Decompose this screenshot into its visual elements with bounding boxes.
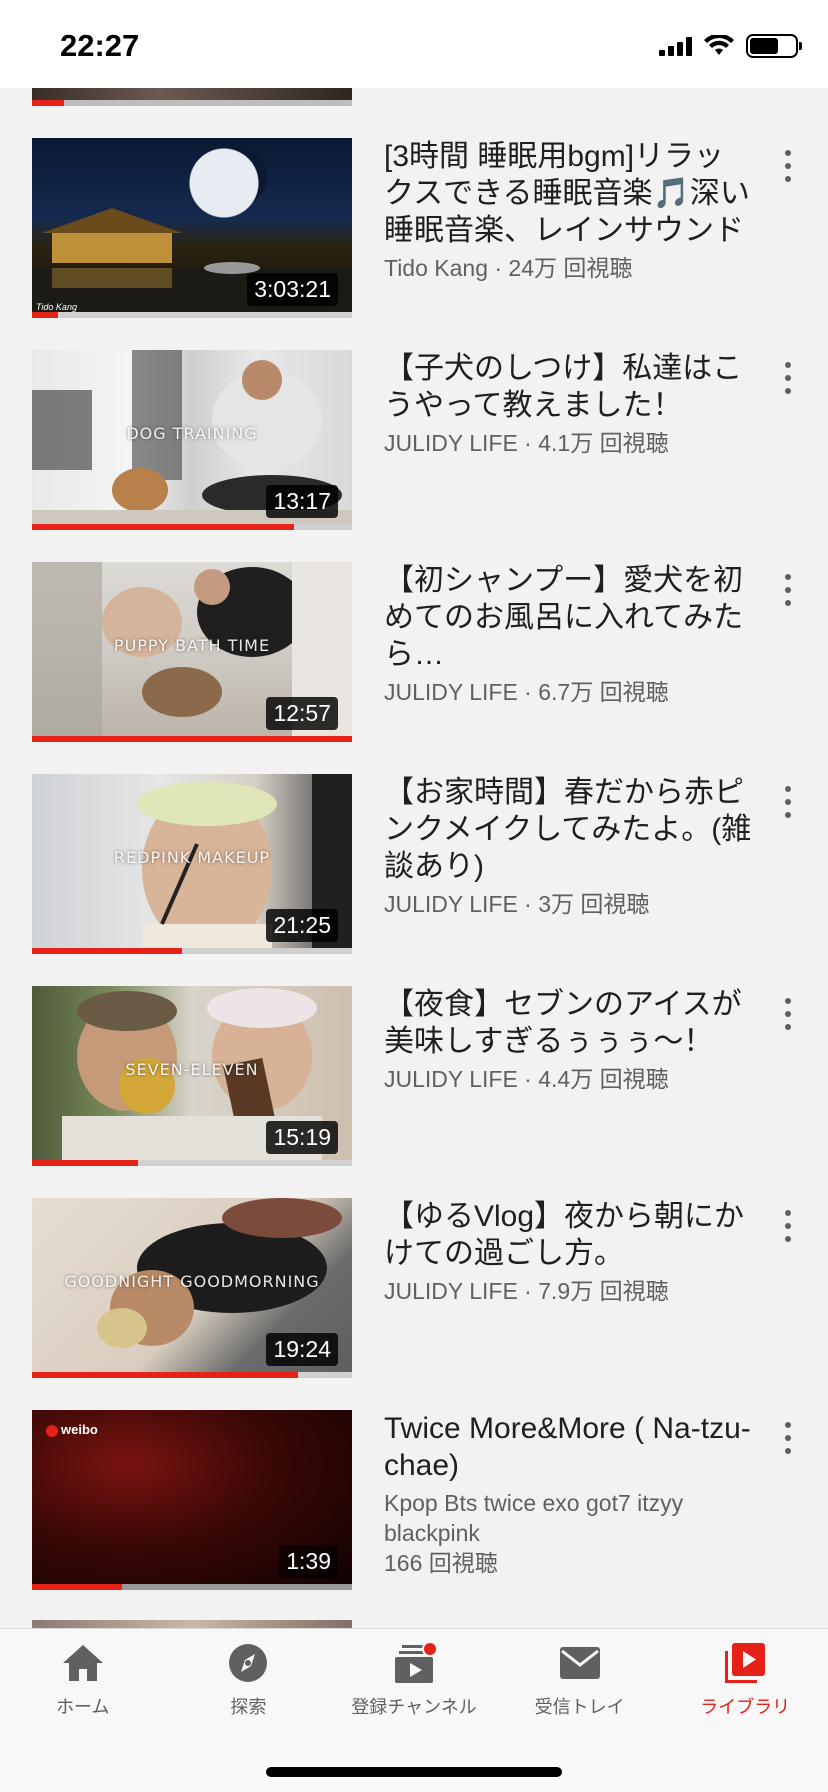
thumbnail-overlay-text: PUPPY BATH TIME bbox=[113, 636, 271, 655]
more-options-icon[interactable] bbox=[778, 146, 798, 186]
wifi-icon bbox=[704, 35, 734, 55]
weibo-logo-icon: weibo bbox=[46, 1422, 98, 1437]
status-icons bbox=[659, 34, 802, 58]
video-feed[interactable]: Tido Kang 3:03:21 [3時間 睡眠用bgm]リラックスできる睡眠… bbox=[0, 88, 828, 1628]
video-duration: 1:39 bbox=[279, 1545, 338, 1578]
video-meta: JULIDY LIFE · 4.1万 回視聴 bbox=[384, 430, 669, 456]
more-options-icon[interactable] bbox=[778, 1206, 798, 1246]
video-info[interactable]: [3時間 睡眠用bgm]リラックスできる睡眠音楽🎵深い睡眠音楽、レインサウンド … bbox=[384, 138, 754, 283]
video-title[interactable]: [3時間 睡眠用bgm]リラックスできる睡眠音楽🎵深い睡眠音楽、レインサウンド bbox=[384, 138, 754, 249]
video-info[interactable]: 【夜食】セブンのアイスが美味しすぎるぅぅぅ〜！ JULIDY LIFE · 4.… bbox=[384, 986, 754, 1094]
cellular-signal-icon bbox=[659, 36, 692, 56]
tab-home[interactable]: ホーム bbox=[0, 1641, 166, 1729]
status-time: 22:27 bbox=[60, 28, 140, 63]
video-thumbnail[interactable]: Tido Kang 3:03:21 bbox=[32, 138, 352, 318]
video-title[interactable]: 【ゆるVlog】夜から朝にかけての過ごし方。 bbox=[384, 1198, 754, 1272]
tab-label: 探索 bbox=[230, 1697, 267, 1717]
video-info[interactable]: 【子犬のしつけ】私達はこうやって教えました！ JULIDY LIFE · 4.1… bbox=[384, 350, 754, 458]
more-options-icon[interactable] bbox=[778, 782, 798, 822]
video-view-count: 166 回視聴 bbox=[384, 1550, 498, 1576]
inbox-icon bbox=[559, 1647, 600, 1679]
watch-progress-bar bbox=[32, 524, 295, 530]
partial-video-thumbnail[interactable] bbox=[32, 1620, 352, 1628]
channel-watermark: Tido Kang bbox=[36, 302, 77, 312]
battery-icon bbox=[746, 34, 802, 58]
video-thumbnail[interactable]: SEVEN-ELEVEN 15:19 bbox=[32, 986, 352, 1166]
video-info[interactable]: 【ゆるVlog】夜から朝にかけての過ごし方。 JULIDY LIFE · 7.9… bbox=[384, 1198, 754, 1306]
more-options-icon[interactable] bbox=[778, 994, 798, 1034]
video-meta: JULIDY LIFE · 4.4万 回視聴 bbox=[384, 1066, 669, 1092]
video-info[interactable]: 【初シャンプー】愛犬を初めてのお風呂に入れてみたら… JULIDY LIFE ·… bbox=[384, 562, 754, 707]
video-item[interactable]: DOG TRAINING 13:17 【子犬のしつけ】私達はこうやって教えました… bbox=[0, 350, 828, 540]
video-title[interactable]: Twice More&More ( Na-tzu-chae) bbox=[384, 1410, 754, 1484]
watch-progress-bar bbox=[32, 1160, 138, 1166]
video-item[interactable]: PUPPY BATH TIME 12:57 【初シャンプー】愛犬を初めてのお風呂… bbox=[0, 562, 828, 752]
watch-progress-bar bbox=[32, 1372, 298, 1378]
thumbnail-overlay-text: DOG TRAINING bbox=[126, 424, 258, 443]
video-duration: 3:03:21 bbox=[247, 273, 338, 306]
more-options-icon[interactable] bbox=[778, 358, 798, 398]
tab-label: ライブラリ bbox=[700, 1697, 791, 1717]
thumbnail-overlay-text: SEVEN-ELEVEN bbox=[125, 1060, 259, 1079]
thumbnail-overlay-text: GOODNIGHT GOODMORNING bbox=[64, 1272, 320, 1291]
video-item[interactable]: Tido Kang 3:03:21 [3時間 睡眠用bgm]リラックスできる睡眠… bbox=[0, 138, 828, 328]
video-info[interactable]: Twice More&More ( Na-tzu-chae) Kpop Bts … bbox=[384, 1410, 754, 1578]
video-title[interactable]: 【初シャンプー】愛犬を初めてのお風呂に入れてみたら… bbox=[384, 562, 754, 673]
subscriptions-icon bbox=[394, 1641, 438, 1683]
status-bar: 22:27 bbox=[0, 0, 828, 88]
tab-inbox[interactable]: 受信トレイ bbox=[497, 1641, 663, 1729]
video-item[interactable]: weibo 1:39 Twice More&More ( Na-tzu-chae… bbox=[0, 1410, 828, 1600]
video-title[interactable]: 【子犬のしつけ】私達はこうやって教えました！ bbox=[384, 350, 754, 424]
more-options-icon[interactable] bbox=[778, 570, 798, 610]
video-item[interactable]: GOODNIGHT GOODMORNING 19:24 【ゆるVlog】夜から朝… bbox=[0, 1198, 828, 1388]
library-icon bbox=[725, 1643, 766, 1683]
video-title[interactable]: 【夜食】セブンのアイスが美味しすぎるぅぅぅ〜！ bbox=[384, 986, 754, 1060]
video-thumbnail[interactable]: PUPPY BATH TIME 12:57 bbox=[32, 562, 352, 742]
tab-subscriptions[interactable]: 登録チャンネル bbox=[331, 1641, 497, 1729]
video-meta: JULIDY LIFE · 7.9万 回視聴 bbox=[384, 1278, 669, 1304]
video-title[interactable]: 【お家時間】春だから赤ピンクメイクしてみたよ。(雑談あり) bbox=[384, 774, 754, 885]
video-duration: 21:25 bbox=[266, 909, 338, 942]
watch-progress-bar bbox=[32, 948, 183, 954]
video-thumbnail[interactable]: DOG TRAINING 13:17 bbox=[32, 350, 352, 530]
more-options-icon[interactable] bbox=[778, 1418, 798, 1458]
video-thumbnail[interactable]: REDPINK MAKEUP 21:25 bbox=[32, 774, 352, 954]
tab-label: ホーム bbox=[56, 1697, 110, 1717]
video-duration: 13:17 bbox=[266, 485, 338, 518]
video-item[interactable]: REDPINK MAKEUP 21:25 【お家時間】春だから赤ピンクメイクして… bbox=[0, 774, 828, 964]
tab-explore[interactable]: 探索 bbox=[166, 1641, 332, 1729]
video-item[interactable]: SEVEN-ELEVEN 15:19 【夜食】セブンのアイスが美味しすぎるぅぅぅ… bbox=[0, 986, 828, 1176]
watch-progress-bar bbox=[32, 1584, 122, 1590]
video-duration: 19:24 bbox=[266, 1333, 338, 1366]
tab-library[interactable]: ライブラリ bbox=[662, 1641, 828, 1729]
video-info[interactable]: 【お家時間】春だから赤ピンクメイクしてみたよ。(雑談あり) JULIDY LIF… bbox=[384, 774, 754, 919]
partial-video-thumbnail[interactable] bbox=[32, 88, 352, 106]
video-meta: JULIDY LIFE · 3万 回視聴 bbox=[384, 891, 650, 917]
video-meta: Tido Kang · 24万 回視聴 bbox=[384, 255, 633, 281]
video-thumbnail[interactable]: weibo 1:39 bbox=[32, 1410, 352, 1590]
video-duration: 15:19 bbox=[266, 1121, 338, 1154]
explore-icon bbox=[229, 1644, 268, 1682]
bottom-tab-bar: ホーム 探索 登録チャンネル 受信トレイ ライブラリ bbox=[0, 1628, 828, 1792]
watch-progress-bar bbox=[32, 736, 352, 742]
home-indicator[interactable] bbox=[266, 1767, 562, 1777]
tab-label: 登録チャンネル bbox=[351, 1697, 477, 1717]
home-icon bbox=[62, 1645, 103, 1681]
watch-progress-bar bbox=[32, 312, 58, 318]
thumbnail-overlay-text: REDPINK MAKEUP bbox=[113, 848, 271, 867]
tab-label: 受信トレイ bbox=[534, 1697, 625, 1717]
video-thumbnail[interactable]: GOODNIGHT GOODMORNING 19:24 bbox=[32, 1198, 352, 1378]
video-meta: JULIDY LIFE · 6.7万 回視聴 bbox=[384, 679, 669, 705]
video-duration: 12:57 bbox=[266, 697, 338, 730]
video-channel: Kpop Bts twice exo got7 itzyy blackpink bbox=[384, 1490, 684, 1546]
